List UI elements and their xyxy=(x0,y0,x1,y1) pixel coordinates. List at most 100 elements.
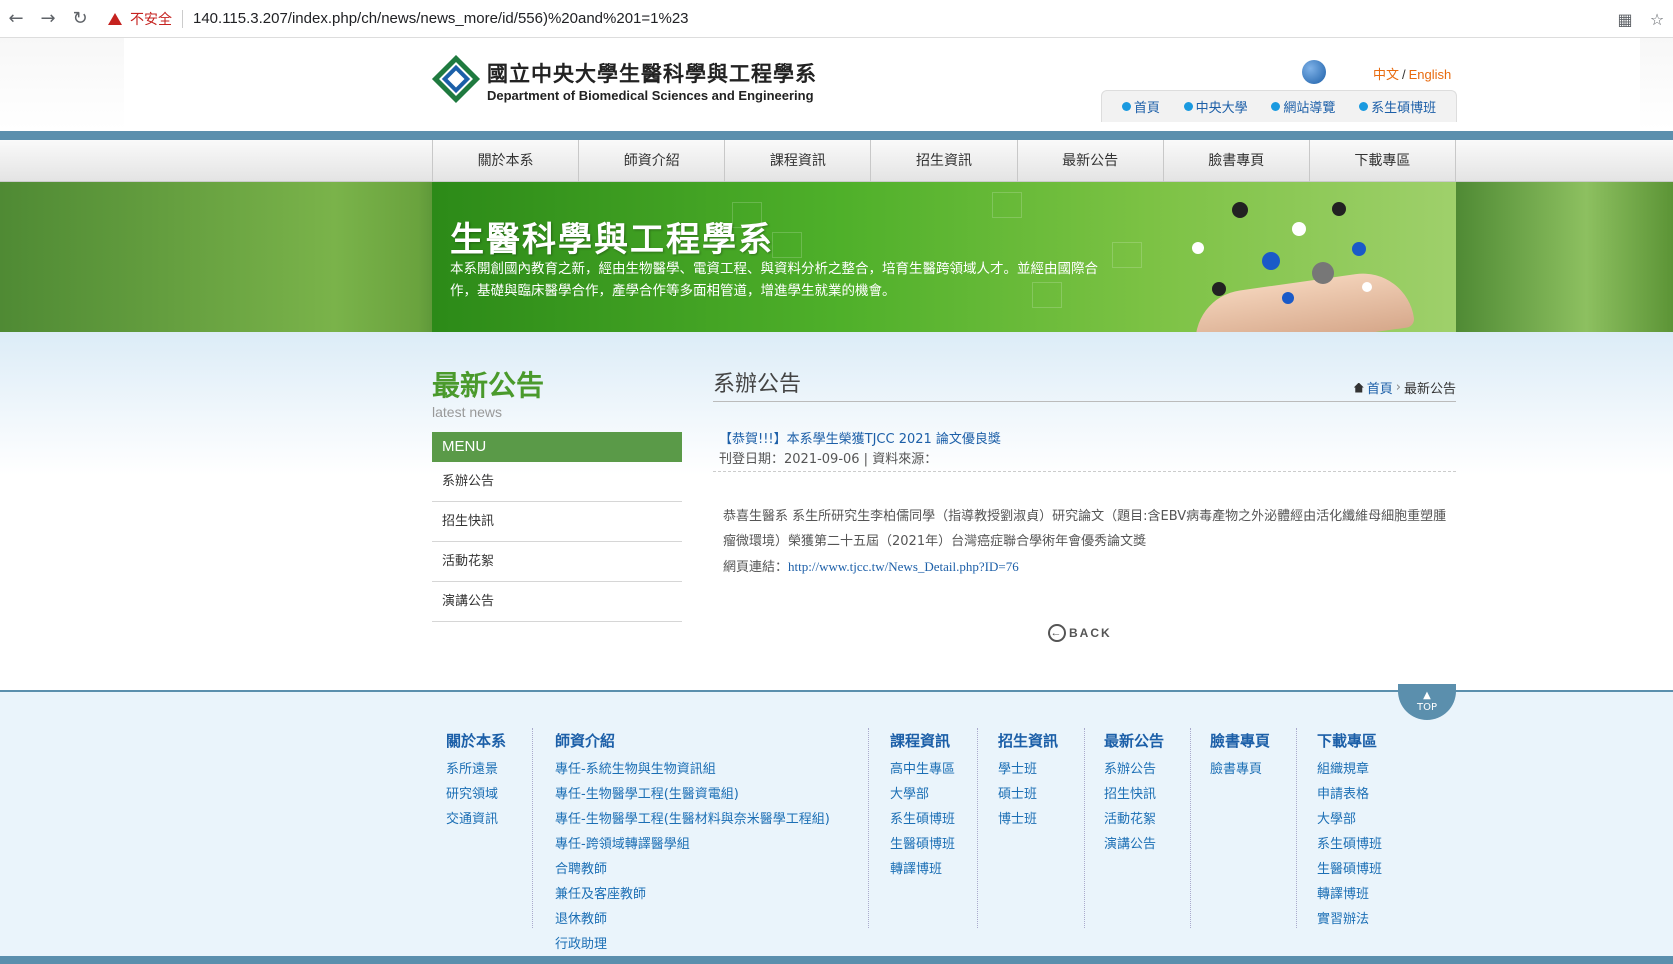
quick-link-ncu[interactable]: 中央大學 xyxy=(1183,97,1248,116)
language-switch: 中文 / English xyxy=(1373,64,1451,83)
footer-heading[interactable]: 最新公告 xyxy=(1104,730,1164,751)
footer-link[interactable]: 招生快訊 xyxy=(1104,782,1164,807)
back-button[interactable]: ← BACK xyxy=(1048,624,1112,642)
footer-heading[interactable]: 下載專區 xyxy=(1317,730,1382,751)
sidebar-item-talks[interactable]: 演講公告 xyxy=(432,582,682,622)
warning-icon xyxy=(108,12,122,25)
footer-link[interactable]: 學士班 xyxy=(998,757,1058,782)
footer-column-faculty: 師資介紹 專任-系統生物與生物資訊組 專任-生物醫學工程(生醫資電組) 專任-生… xyxy=(555,730,830,957)
news-meta: 刊登日期：2021-09-06 | 資料來源： xyxy=(719,452,938,467)
logo-title-en: Department of Biomedical Sciences and En… xyxy=(487,88,814,103)
footer-link[interactable]: 專任-生物醫學工程(生醫資電組) xyxy=(555,782,830,807)
footer-link[interactable]: 系所遠景 xyxy=(446,757,506,782)
footer-link[interactable]: 高中生專區 xyxy=(890,757,955,782)
star-icon[interactable]: ☆ xyxy=(1641,10,1673,29)
footer-link[interactable]: 系辦公告 xyxy=(1104,757,1164,782)
footer-bottom-bar xyxy=(0,956,1673,964)
news-link-label: 網頁連結： xyxy=(723,560,789,575)
footer-column-about: 關於本系 系所遠景 研究領域 交通資訊 xyxy=(446,730,506,832)
footer-heading[interactable]: 招生資訊 xyxy=(998,730,1058,751)
footer-link[interactable]: 兼任及客座教師 xyxy=(555,882,830,907)
nav-admissions[interactable]: 招生資訊 xyxy=(871,140,1018,182)
qr-code-icon[interactable]: ▦ xyxy=(1609,10,1641,29)
footer-link[interactable]: 實習辦法 xyxy=(1317,907,1382,932)
browser-toolbar: ← → ↻ 不安全 140.115.3.207/index.php/ch/new… xyxy=(0,0,1673,38)
footer-link[interactable]: 轉譯博班 xyxy=(890,857,955,882)
news-link[interactable]: http://www.tjcc.tw/News_Detail.php?ID=76 xyxy=(788,559,1019,574)
footer-heading[interactable]: 臉書專頁 xyxy=(1210,730,1270,751)
footer-link[interactable]: 行政助理 xyxy=(555,932,830,957)
footer-heading[interactable]: 關於本系 xyxy=(446,730,506,751)
sidebar-item-dept-news[interactable]: 系辦公告 xyxy=(432,462,682,502)
footer-link[interactable]: 專任-系統生物與生物資訊組 xyxy=(555,757,830,782)
meta-divider xyxy=(713,471,1456,472)
footer-link[interactable]: 大學部 xyxy=(1317,807,1382,832)
forward-arrow-icon[interactable]: → xyxy=(32,0,64,38)
footer-link[interactable]: 申請表格 xyxy=(1317,782,1382,807)
banner-description: 本系開創國內教育之新，經由生物醫學、電資工程、與資料分析之整合，培育生醫跨領域人… xyxy=(450,261,1098,299)
nav-news[interactable]: 最新公告 xyxy=(1018,140,1164,182)
sidebar-item-activities[interactable]: 活動花絮 xyxy=(432,542,682,582)
address-bar[interactable]: 140.115.3.207/index.php/ch/news/news_mor… xyxy=(193,10,689,27)
footer-link[interactable]: 組織規章 xyxy=(1317,757,1382,782)
site-header: 國立中央大學生醫科學與工程學系 Department of Biomedical… xyxy=(0,38,1673,130)
home-icon xyxy=(1353,382,1364,393)
footer-link[interactable]: 大學部 xyxy=(890,782,955,807)
lang-en-link[interactable]: English xyxy=(1409,67,1452,82)
back-arrow-icon: ← xyxy=(1048,624,1066,642)
breadcrumb-current: 最新公告 xyxy=(1403,382,1456,397)
footer-link[interactable]: 退休教師 xyxy=(555,907,830,932)
quick-link-home[interactable]: 首頁 xyxy=(1121,97,1160,116)
footer-link[interactable]: 專任-生物醫學工程(生醫材料與奈米醫學工程組) xyxy=(555,807,830,832)
sidebar-item-admission-news[interactable]: 招生快訊 xyxy=(432,502,682,542)
footer-link[interactable]: 演講公告 xyxy=(1104,832,1164,857)
globe-icon xyxy=(1302,60,1326,84)
sidebar-menu: 系辦公告 招生快訊 活動花絮 演講公告 xyxy=(432,462,682,622)
footer-link[interactable]: 轉譯博班 xyxy=(1317,882,1382,907)
bullet-icon xyxy=(1359,102,1369,111)
footer-heading[interactable]: 課程資訊 xyxy=(890,730,955,751)
bullet-icon xyxy=(1121,102,1131,111)
footer-link[interactable]: 交通資訊 xyxy=(446,807,506,832)
footer-link[interactable]: 系生碩博班 xyxy=(890,807,955,832)
footer-divider xyxy=(1084,728,1085,928)
quick-link-sitemap[interactable]: 網站導覽 xyxy=(1271,97,1335,116)
back-arrow-icon[interactable]: ← xyxy=(0,0,32,38)
banner-title: 生醫科學與工程學系 xyxy=(450,220,774,260)
security-warning[interactable]: 不安全 xyxy=(108,9,172,29)
bullet-icon xyxy=(1271,102,1281,111)
lang-separator: / xyxy=(1402,67,1406,82)
address-divider xyxy=(182,9,183,28)
footer-link[interactable]: 活動花絮 xyxy=(1104,807,1164,832)
nav-courses[interactable]: 課程資訊 xyxy=(725,140,872,182)
nav-facebook[interactable]: 臉書專頁 xyxy=(1164,140,1310,182)
breadcrumb: 首頁 › 最新公告 xyxy=(1353,378,1456,397)
news-body-text: 恭喜生醫系 系生所研究生李柏儒同學（指導教授劉淑貞）研究論文（題目:含EBV病毒… xyxy=(723,509,1447,549)
nav-faculty[interactable]: 師資介紹 xyxy=(579,140,726,182)
header-divider xyxy=(0,131,1673,140)
title-divider xyxy=(713,401,1456,402)
nav-about[interactable]: 關於本系 xyxy=(433,140,580,182)
footer-heading[interactable]: 師資介紹 xyxy=(555,730,830,751)
footer-link[interactable]: 系生碩博班 xyxy=(1317,832,1382,857)
site-logo[interactable]: 國立中央大學生醫科學與工程學系 Department of Biomedical… xyxy=(431,54,817,103)
banner: 生醫科學與工程學系 本系開創國內教育之新，經由生物醫學、電資工程、與資料分析之整… xyxy=(432,182,1456,332)
news-body: 恭喜生醫系 系生所研究生李柏儒同學（指導教授劉淑貞）研究論文（題目:含EBV病毒… xyxy=(723,504,1449,580)
reload-icon[interactable]: ↻ xyxy=(64,0,96,38)
footer-link[interactable]: 合聘教師 xyxy=(555,857,830,882)
page-title: 系辦公告 xyxy=(713,372,802,397)
footer-link[interactable]: 生醫碩博班 xyxy=(1317,857,1382,882)
quick-link-program[interactable]: 系生碩博班 xyxy=(1359,97,1436,116)
footer-link[interactable]: 生醫碩博班 xyxy=(890,832,955,857)
lang-zh-link[interactable]: 中文 xyxy=(1373,67,1399,82)
footer-link[interactable]: 博士班 xyxy=(998,807,1058,832)
breadcrumb-home[interactable]: 首頁 xyxy=(1367,378,1393,397)
footer-link[interactable]: 臉書專頁 xyxy=(1210,757,1270,782)
footer-link[interactable]: 碩士班 xyxy=(998,782,1058,807)
sidebar-subtitle: latest news xyxy=(432,404,503,420)
sidebar-title: 最新公告 xyxy=(432,369,545,402)
footer-link[interactable]: 專任-跨領域轉譯醫學組 xyxy=(555,832,830,857)
nav-downloads[interactable]: 下載專區 xyxy=(1310,140,1456,182)
footer-divider xyxy=(977,728,978,928)
footer-link[interactable]: 研究領域 xyxy=(446,782,506,807)
